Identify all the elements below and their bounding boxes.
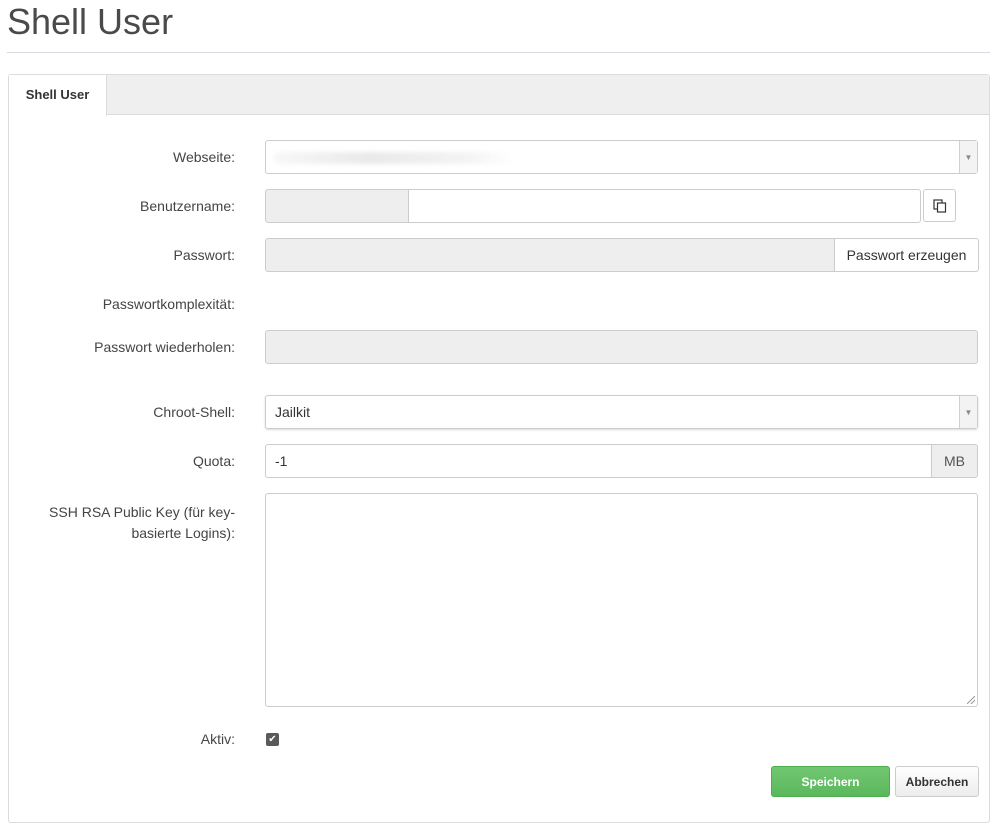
- benutzername-prefix: [265, 189, 409, 223]
- webseite-select[interactable]: ▼: [265, 140, 978, 174]
- quota-value: -1: [275, 453, 288, 469]
- title-divider: [7, 52, 990, 53]
- benutzername-label: Benutzername:: [140, 198, 235, 214]
- chevron-down-icon: ▼: [959, 141, 977, 173]
- webseite-label: Webseite:: [173, 149, 235, 165]
- chroot-select[interactable]: Jailkit ▼: [265, 395, 978, 429]
- page-title: Shell User: [7, 1, 174, 42]
- checkmark-icon: ✔: [268, 734, 277, 745]
- ssh-key-label-line1: SSH RSA Public Key (für key-: [49, 504, 235, 520]
- aktiv-checkbox[interactable]: ✔: [266, 733, 279, 746]
- generate-password-button[interactable]: Passwort erzeugen: [834, 238, 979, 272]
- chroot-label: Chroot-Shell:: [153, 404, 235, 420]
- save-button[interactable]: Speichern: [771, 766, 890, 797]
- quota-input[interactable]: -1: [265, 444, 932, 478]
- passwort-input[interactable]: [265, 238, 835, 272]
- tab-shell-user[interactable]: Shell User: [9, 75, 107, 116]
- benutzername-input[interactable]: [408, 189, 921, 223]
- tab-bar: Shell User: [9, 75, 989, 116]
- passwortkomplexitaet-label: Passwortkomplexität:: [102, 296, 235, 312]
- aktiv-label: Aktiv:: [200, 731, 235, 747]
- passwort-wiederholen-input[interactable]: [265, 330, 978, 364]
- resize-handle-icon[interactable]: [967, 696, 975, 704]
- quota-label: Quota:: [192, 453, 235, 469]
- quota-unit: MB: [931, 444, 978, 478]
- cancel-button[interactable]: Abbrechen: [895, 766, 979, 797]
- copy-button[interactable]: [923, 189, 956, 222]
- chevron-down-icon: ▼: [959, 396, 977, 428]
- passwort-wiederholen-label: Passwort wiederholen:: [94, 339, 235, 355]
- form-panel: Shell User Webseite: ▼ Benutzername: Pas…: [8, 74, 990, 823]
- redacted-value: [274, 152, 514, 164]
- ssh-key-textarea[interactable]: [265, 493, 978, 707]
- chroot-value: Jailkit: [275, 404, 311, 420]
- copy-icon: [932, 198, 946, 213]
- ssh-key-label: SSH RSA Public Key (für key- basierte Lo…: [9, 502, 235, 544]
- passwort-label: Passwort:: [173, 247, 235, 263]
- ssh-key-label-line2: basierte Logins):: [131, 525, 235, 541]
